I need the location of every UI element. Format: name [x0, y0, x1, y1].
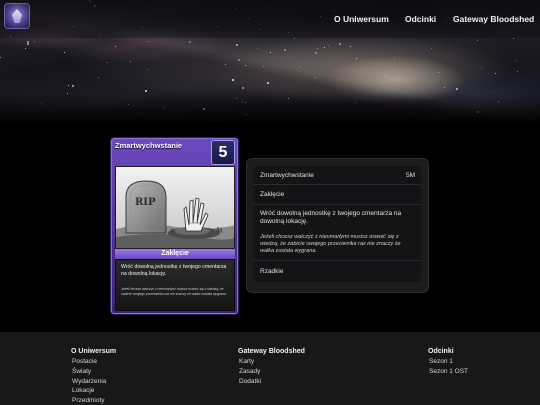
- details-card-name: Zmartwychwstanie: [260, 171, 314, 179]
- star: [356, 58, 357, 59]
- star: [517, 71, 518, 72]
- star: [0, 57, 1, 58]
- star: [315, 77, 316, 78]
- star: [68, 85, 69, 86]
- card-art-rip-text: RIP: [135, 197, 156, 208]
- card-effect-text: Wróć dowolną jednostkę z twojego cmentar…: [121, 264, 227, 278]
- details-row-type: Zaklęcie: [254, 185, 421, 205]
- star: [189, 41, 191, 43]
- nav-link-odcinki[interactable]: Odcinki: [405, 14, 436, 24]
- star: [232, 79, 234, 81]
- star: [107, 62, 108, 63]
- star: [315, 52, 317, 54]
- star: [27, 43, 29, 45]
- star: [236, 44, 238, 46]
- star: [242, 87, 244, 89]
- nav-link-o-uniwersum[interactable]: O Uniwersum: [334, 14, 389, 24]
- star: [456, 88, 458, 90]
- star: [299, 66, 300, 67]
- details-card-type: Zaklęcie: [260, 191, 285, 198]
- star: [64, 52, 65, 53]
- star: [238, 59, 240, 61]
- footer-heading: Odcinki: [428, 348, 454, 355]
- card-art: RIP: [115, 166, 235, 249]
- star: [394, 58, 395, 59]
- star: [294, 38, 295, 39]
- details-flavor-text: Jeżeli chcesz walczyć z nieumarłymi musi…: [260, 233, 401, 254]
- footer-link-przedmioty[interactable]: Przedmioty: [71, 396, 116, 405]
- star: [34, 41, 35, 42]
- star: [339, 43, 341, 45]
- footer-column-gateway-bloodshed: Gateway Bloodshed Karty Zasady Dodatki: [238, 348, 305, 386]
- card-cost: 5: [211, 140, 235, 165]
- star: [115, 46, 116, 47]
- footer: O Uniwersum Postacie Światy Wydarzenia L…: [0, 332, 540, 405]
- star: [130, 61, 131, 62]
- star: [25, 48, 26, 49]
- star: [317, 48, 318, 49]
- star: [284, 49, 286, 51]
- star: [385, 75, 386, 76]
- footer-heading: Gateway Bloodshed: [238, 348, 305, 355]
- star: [481, 67, 482, 68]
- footer-heading: O Uniwersum: [71, 348, 117, 355]
- star: [225, 64, 226, 65]
- hero-fade: [0, 92, 540, 122]
- star: [444, 87, 445, 88]
- details-card-rarity: Rzadkie: [260, 267, 284, 275]
- tombstone-hand-illustration: RIP: [116, 167, 234, 248]
- star: [431, 48, 432, 49]
- star: [438, 72, 439, 73]
- details-card-cost: 5M: [405, 171, 415, 179]
- card-details-panel: Zmartwychwstanie 5M Zaklęcie Wróć dowoln…: [246, 158, 429, 293]
- star: [148, 69, 149, 70]
- details-row-text: Wróć dowolną jednostkę z twojego cmentar…: [254, 205, 421, 261]
- star: [513, 38, 514, 39]
- details-row-title: Zmartwychwstanie 5M: [254, 166, 421, 185]
- footer-column-odcinki: Odcinki Sezon 1 Sezon 1 OST: [428, 348, 468, 377]
- star: [148, 41, 149, 42]
- star: [495, 73, 496, 74]
- card-name: Zmartwychwstanie: [115, 141, 183, 150]
- star: [257, 48, 258, 49]
- footer-link-sezon-1[interactable]: Sezon 1: [428, 357, 468, 367]
- logo-icon[interactable]: [5, 4, 29, 28]
- star: [324, 47, 325, 48]
- nav-link-gateway-bloodshed[interactable]: Gateway Bloodshed: [453, 14, 534, 24]
- star: [72, 85, 74, 87]
- star: [270, 52, 271, 53]
- footer-link-lokacje[interactable]: Lokacje: [71, 386, 116, 396]
- footer-link-wydarzenia[interactable]: Wydarzenia: [71, 377, 116, 387]
- footer-link-swiaty[interactable]: Światy: [71, 367, 116, 377]
- card-flavor-text: Jeżeli chcesz walczyć z nieumarłymi musi…: [121, 287, 227, 296]
- footer-link-karty[interactable]: Karty: [238, 357, 305, 367]
- card-details-list: Zmartwychwstanie 5M Zaklęcie Wróć dowoln…: [254, 166, 421, 282]
- footer-link-sezon-1-ost[interactable]: Sezon 1 OST: [428, 367, 468, 377]
- star: [245, 65, 246, 66]
- details-effect-text: Wróć dowolną jednostkę z twojego cmentar…: [260, 210, 402, 226]
- star: [263, 66, 264, 67]
- footer-column-o-uniwersum: O Uniwersum Postacie Światy Wydarzenia L…: [71, 348, 116, 405]
- top-navigation: O Uniwersum Odcinki Gateway Bloodshed: [0, 0, 540, 38]
- star: [267, 82, 269, 84]
- star: [98, 77, 99, 78]
- star: [350, 46, 351, 47]
- card-image: Zmartwychwstanie 5 RIP Zaklęcie Wróć dow…: [110, 137, 239, 315]
- card-type-bar: Zaklęcie: [115, 249, 235, 259]
- star: [27, 41, 29, 43]
- star: [477, 40, 478, 41]
- footer-link-postacie[interactable]: Postacie: [71, 357, 116, 367]
- footer-link-zasady[interactable]: Zasady: [238, 367, 305, 377]
- star: [328, 45, 329, 46]
- card-text-box: Wróć dowolną jednostkę z twojego cmentar…: [115, 259, 235, 311]
- details-row-rarity: Rzadkie: [254, 261, 421, 282]
- footer-link-dodatki[interactable]: Dodatki: [238, 377, 305, 387]
- star: [516, 60, 517, 61]
